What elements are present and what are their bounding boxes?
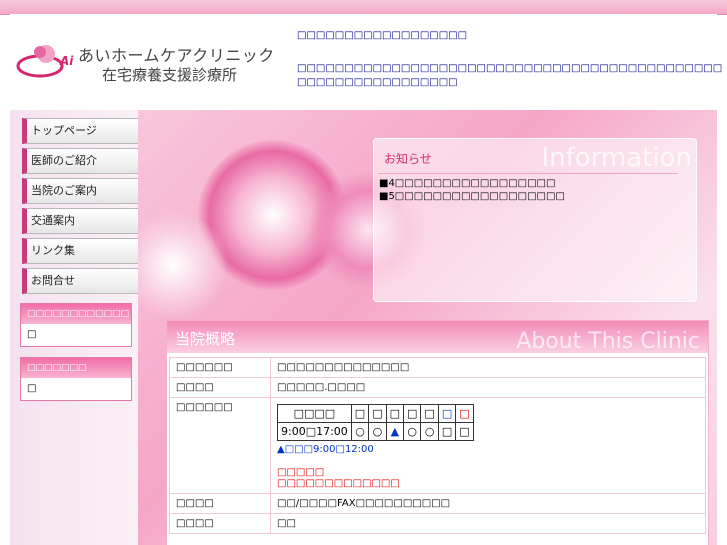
header-desc-line-2: □□□□□□□□□□□□□□□□□ <box>297 77 458 88</box>
day-cell: □ <box>420 404 439 423</box>
hours-mark: ○ <box>368 422 387 441</box>
nav-links[interactable]: リンク集 <box>22 238 139 264</box>
day-cell: □ <box>403 404 422 423</box>
news-item[interactable]: ■4□□□□□□□□□□□□□□□□□ <box>379 178 555 189</box>
table-row: □□□□ □□/□□□□FAX□□□□□□□□□□ <box>169 493 706 514</box>
hours-note: ▲□□□9:00□12:00 <box>277 444 374 455</box>
nav-access[interactable]: 交通案内 <box>22 208 139 234</box>
hours-header-label: □□□□ <box>277 404 352 423</box>
table-row: □□□□ □□□□□.□□□□ <box>169 377 706 398</box>
news-panel: お知らせ Information ■4□□□□□□□□□□□□□□□□□ ■5□… <box>373 138 697 302</box>
clinic-name: あいホームケアクリニック <box>78 46 275 65</box>
sidebox-2-body[interactable]: □ <box>21 378 131 400</box>
main-content: お知らせ Information ■4□□□□□□□□□□□□□□□□□ ■5□… <box>138 110 717 545</box>
hours-cell: □□□□ □ □ □ □ □ □ □ 9:00□17:00 ○ ○ ▲ ○ ○ … <box>270 397 706 494</box>
top-bar <box>0 0 727 15</box>
table-row: □□□□ □□ <box>169 513 706 534</box>
day-cell: □ <box>437 404 457 423</box>
sidebox-1: □□□□□□□□□□□□ □ <box>20 303 132 347</box>
sidebar-nav: トップページ 医師のご紹介 当院のご案内 交通案内 リンク集 お問合せ <box>22 118 139 298</box>
nav-top-page[interactable]: トップページ <box>22 118 139 144</box>
site-header: Ai あいホームケアクリニック 在宅療養支援診療所 □□□□□□□□□□□□□□… <box>10 14 723 110</box>
sidebox-2-title: □□□□□□□ <box>21 358 131 378</box>
nav-doctor[interactable]: 医師のご紹介 <box>22 148 139 174</box>
about-watermark: About This Clinic <box>516 329 700 354</box>
hours-mark: ▲ <box>385 422 405 441</box>
about-header: 当院概略 About This Clinic <box>167 321 708 354</box>
sidebox-1-body[interactable]: □ <box>21 324 131 346</box>
hours-time-row: 9:00□17:00 ○ ○ ▲ ○ ○ □ □ <box>277 422 474 441</box>
row-value: □□/□□□□FAX□□□□□□□□□□ <box>270 493 706 514</box>
news-item[interactable]: ■5□□□□□□□□□□□□□□□□□□ <box>379 191 565 202</box>
hours-table: □□□□ □ □ □ □ □ □ □ 9:00□17:00 ○ ○ ▲ ○ ○ … <box>277 404 474 441</box>
day-cell: □ <box>368 404 387 423</box>
hours-mark: □ <box>437 422 457 441</box>
header-link[interactable]: □□□□□□□□□□□□□□□□□□ <box>297 30 467 41</box>
header-desc-line-1: □□□□□□□□□□□□□□□□□□□□□□□□□□□□□□□□□□□□□□□□… <box>297 63 723 74</box>
clinic-subtitle: 在宅療養支援診療所 <box>102 66 238 84</box>
hours-header-row: □□□□ □ □ □ □ □ □ □ <box>277 404 474 423</box>
news-watermark: Information <box>541 143 692 173</box>
table-row: □□□□□□ □□□□□□□□□□□□□□ <box>169 357 706 378</box>
clinic-logo[interactable]: Ai <box>16 40 76 86</box>
overview-table: □□□□□□ □□□□□□□□□□□□□□ □□□□ □□□□□.□□□□ □□… <box>169 357 706 534</box>
row-key: □□□□ <box>169 513 271 534</box>
table-row: □□□□□□ □□□□ □ □ □ □ □ □ □ 9:00□17:00 ○ ○… <box>169 397 706 494</box>
day-cell: □ <box>455 404 474 423</box>
row-key: □□□□□□ <box>169 357 271 378</box>
nav-clinic-guide[interactable]: 当院のご案内 <box>22 178 139 204</box>
row-key: □□□□ <box>169 377 271 398</box>
hours-mark: ○ <box>350 422 370 441</box>
hours-mark: ○ <box>420 422 439 441</box>
about-title: 当院概略 <box>175 330 236 348</box>
closed-note: □□□□□□□□□□□□□ <box>277 478 400 489</box>
logo-text: Ai <box>60 54 74 68</box>
hours-time-label: 9:00□17:00 <box>277 422 352 441</box>
header-description: □□□□□□□□□□□□□□□□□□□□□□□□□□□□□□□□□□□□□□□□… <box>297 62 723 90</box>
day-cell: □ <box>385 404 405 423</box>
row-value: □□□□□.□□□□ <box>270 377 706 398</box>
closed-label: □□□□□ <box>277 467 325 478</box>
hours-mark: □ <box>455 422 474 441</box>
news-title: お知らせ <box>384 152 432 166</box>
sidebox-2: □□□□□□□ □ <box>20 357 132 401</box>
row-value: □□ <box>270 513 706 534</box>
row-key: □□□□□□ <box>169 397 271 494</box>
about-panel: 当院概略 About This Clinic □□□□□□ □□□□□□□□□□… <box>166 320 709 545</box>
row-key: □□□□ <box>169 493 271 514</box>
hours-mark: ○ <box>403 422 422 441</box>
row-value: □□□□□□□□□□□□□□ <box>270 357 706 378</box>
day-cell: □ <box>350 404 370 423</box>
news-divider <box>378 173 678 174</box>
sidebox-1-title: □□□□□□□□□□□□ <box>21 304 131 324</box>
nav-contact[interactable]: お問合せ <box>22 268 139 294</box>
